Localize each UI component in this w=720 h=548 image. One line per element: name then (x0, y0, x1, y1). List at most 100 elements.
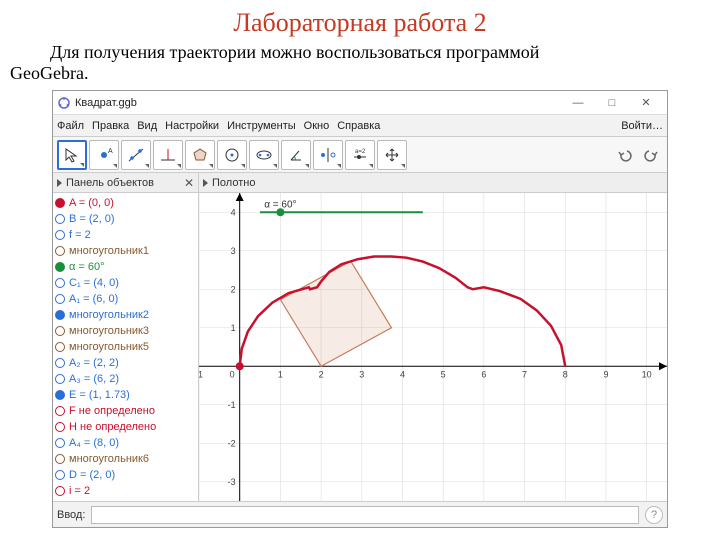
visibility-dot[interactable] (55, 342, 65, 352)
login-link[interactable]: Войти… (621, 120, 663, 132)
object-label: A₃ = (6, 2) (69, 373, 119, 385)
object-label: многоугольник5 (69, 341, 149, 353)
menu-edit[interactable]: Правка (92, 120, 129, 132)
tool-slider[interactable]: a=2 (345, 140, 375, 170)
toolbar: A a=2 (53, 137, 667, 173)
input-bar: Ввод: ? (53, 501, 667, 527)
tool-ellipse[interactable] (249, 140, 279, 170)
visibility-dot[interactable] (55, 422, 65, 432)
object-label: i = 2 (69, 485, 90, 497)
objects-panel-header[interactable]: Панель объектов ✕ (53, 173, 198, 193)
tool-perpendicular[interactable] (153, 140, 183, 170)
tool-polygon[interactable] (185, 140, 215, 170)
svg-text:6: 6 (481, 369, 486, 379)
object-item[interactable]: H не определено (55, 419, 196, 435)
visibility-dot[interactable] (55, 310, 65, 320)
svg-text:a=2: a=2 (355, 149, 366, 155)
object-item[interactable]: C₁ = (4, 0) (55, 275, 196, 291)
visibility-dot[interactable] (55, 438, 65, 448)
tool-line[interactable] (121, 140, 151, 170)
minimize-button[interactable]: — (561, 92, 595, 114)
svg-text:-1: -1 (199, 369, 203, 379)
maximize-button[interactable]: □ (595, 92, 629, 114)
tool-circle[interactable] (217, 140, 247, 170)
intro-line-1: Для получения траектории можно воспользо… (50, 42, 539, 62)
tool-angle[interactable] (281, 140, 311, 170)
menu-view[interactable]: Вид (137, 120, 157, 132)
object-item[interactable]: A₃ = (6, 2) (55, 371, 196, 387)
svg-text:9: 9 (603, 369, 608, 379)
object-item[interactable]: A = (0, 0) (55, 195, 196, 211)
canvas-panel-header[interactable]: Полотно (199, 173, 667, 193)
svg-text:1: 1 (231, 323, 236, 333)
visibility-dot[interactable] (55, 486, 65, 496)
visibility-dot[interactable] (55, 374, 65, 384)
object-item[interactable]: многоугольник2 (55, 307, 196, 323)
visibility-dot[interactable] (55, 214, 65, 224)
visibility-dot[interactable] (55, 390, 65, 400)
object-item[interactable]: E = (1, 1.73) (55, 387, 196, 403)
object-item[interactable]: многоугольник5 (55, 339, 196, 355)
objects-panel: Панель объектов ✕ A = (0, 0) B = (2, 0) f … (53, 173, 199, 501)
visibility-dot[interactable] (55, 294, 65, 304)
visibility-dot[interactable] (55, 470, 65, 480)
canvas-panel: Полотно -112345678910-3-2-112340α = 60° (199, 173, 667, 501)
svg-text:7: 7 (522, 369, 527, 379)
menu-tools[interactable]: Инструменты (227, 120, 296, 132)
menu-help[interactable]: Справка (337, 120, 380, 132)
collapse-icon (203, 179, 208, 187)
tool-move[interactable] (57, 140, 87, 170)
object-label: H не определено (69, 421, 156, 433)
input-field[interactable] (91, 506, 639, 524)
object-item[interactable]: многоугольник1 (55, 243, 196, 259)
svg-text:2: 2 (319, 369, 324, 379)
object-label: многоугольник6 (69, 453, 149, 465)
object-label: f = 2 (69, 229, 91, 241)
object-label: многоугольник3 (69, 325, 149, 337)
undo-button[interactable] (613, 143, 637, 167)
tool-point[interactable]: A (89, 140, 119, 170)
visibility-dot[interactable] (55, 278, 65, 288)
input-label: Ввод: (57, 509, 85, 521)
object-item[interactable]: F не определено (55, 403, 196, 419)
object-item[interactable]: i = 2 (55, 483, 196, 499)
visibility-dot[interactable] (55, 198, 65, 208)
visibility-dot[interactable] (55, 358, 65, 368)
objects-list: A = (0, 0) B = (2, 0) f = 2 многоугольник1 α… (53, 193, 198, 501)
menu-file[interactable]: Файл (57, 120, 84, 132)
help-button[interactable]: ? (645, 506, 663, 524)
object-label: E = (1, 1.73) (69, 389, 130, 401)
svg-text:3: 3 (231, 246, 236, 256)
visibility-dot[interactable] (55, 326, 65, 336)
object-item[interactable]: α = 60° (55, 259, 196, 275)
tool-reflect[interactable] (313, 140, 343, 170)
tool-move-view[interactable] (377, 140, 407, 170)
geogebra-window: Квадрат.ggb — □ ✕ Файл Правка Вид Настро… (52, 90, 668, 528)
redo-button[interactable] (639, 143, 663, 167)
close-panel-button[interactable]: ✕ (184, 176, 194, 190)
visibility-dot[interactable] (55, 230, 65, 240)
window-titlebar: Квадрат.ggb — □ ✕ (53, 91, 667, 115)
graphics-canvas[interactable]: -112345678910-3-2-112340α = 60° (199, 193, 667, 501)
object-item[interactable]: многоугольник3 (55, 323, 196, 339)
visibility-dot[interactable] (55, 262, 65, 272)
visibility-dot[interactable] (55, 246, 65, 256)
object-item[interactable]: многоугольник6 (55, 451, 196, 467)
svg-text:-2: -2 (228, 438, 236, 448)
menu-settings[interactable]: Настройки (165, 120, 219, 132)
close-window-button[interactable]: ✕ (629, 92, 663, 114)
visibility-dot[interactable] (55, 454, 65, 464)
menu-window[interactable]: Окно (304, 120, 330, 132)
object-item[interactable]: A₁ = (6, 0) (55, 291, 196, 307)
object-item[interactable]: A₂ = (2, 2) (55, 355, 196, 371)
object-item[interactable]: B = (2, 0) (55, 211, 196, 227)
svg-text:0: 0 (230, 369, 235, 379)
visibility-dot[interactable] (55, 406, 65, 416)
object-item[interactable]: A₄ = (8, 0) (55, 435, 196, 451)
object-label: B = (2, 0) (69, 213, 115, 225)
object-item[interactable]: D = (2, 0) (55, 467, 196, 483)
object-label: многоугольник2 (69, 309, 149, 321)
svg-text:8: 8 (563, 369, 568, 379)
object-label: α = 60° (69, 261, 105, 273)
object-item[interactable]: f = 2 (55, 227, 196, 243)
